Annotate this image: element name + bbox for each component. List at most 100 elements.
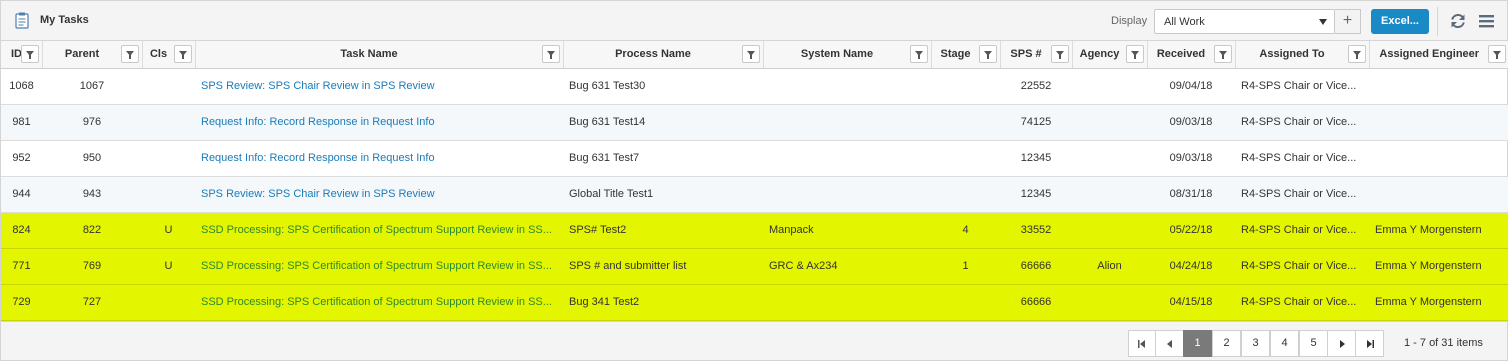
cell-assigned-to: R4-SPS Chair or Vice... [1235, 68, 1369, 105]
cell-task-name[interactable]: SPS Review: SPS Chair Review in SPS Revi… [195, 176, 563, 213]
cell-task-name[interactable]: SSD Processing: SPS Certification of Spe… [195, 248, 563, 285]
column-header-task-name[interactable]: Task Name [195, 41, 564, 69]
column-header-agency[interactable]: Agency [1072, 41, 1148, 69]
filter-icon[interactable] [173, 45, 192, 63]
cell-agency [1072, 104, 1147, 141]
column-header-sps[interactable]: SPS # [1000, 41, 1073, 69]
cell-task-name[interactable]: Request Info: Record Response in Request… [195, 104, 563, 141]
cell-system-name: Manpack [763, 212, 931, 249]
cell-assigned-to: R4-SPS Chair or Vice... [1235, 104, 1369, 141]
grid-header-row: ID Parent Cls Task Name Process Name Sys… [1, 41, 1508, 69]
filter-icon[interactable] [978, 45, 997, 63]
cell-assigned-engineer: Emma Y Morgenstern [1369, 284, 1508, 321]
cell-parent: 976 [42, 104, 142, 141]
column-header-process-name[interactable]: Process Name [563, 41, 764, 69]
cell-sps-number: 74125 [1000, 104, 1072, 141]
column-header-cls[interactable]: Cls [142, 41, 196, 69]
cell-stage [931, 104, 1000, 141]
column-header-label: Process Name [615, 48, 691, 60]
pager-first-button[interactable] [1128, 330, 1156, 357]
add-view-button[interactable]: + [1335, 9, 1361, 34]
cell-process-name: SPS # and submitter list [563, 248, 763, 285]
pager-page-5[interactable]: 5 [1299, 330, 1328, 357]
cell-assigned-to: R4-SPS Chair or Vice... [1235, 140, 1369, 177]
cell-process-name: Bug 341 Test2 [563, 284, 763, 321]
cell-agency [1072, 68, 1147, 105]
cell-agency: Alion [1072, 248, 1147, 285]
cell-parent: 727 [42, 284, 142, 321]
column-header-assigned-engineer[interactable]: Assigned Engineer [1369, 41, 1508, 69]
pager-page-1[interactable]: 1 [1183, 330, 1212, 357]
cell-cls [142, 284, 195, 321]
cell-assigned-to: R4-SPS Chair or Vice... [1235, 212, 1369, 249]
filter-icon[interactable] [1125, 45, 1144, 63]
table-row[interactable]: 952 950 Request Info: Record Response in R… [1, 140, 1508, 177]
refresh-icon[interactable] [1449, 12, 1467, 30]
table-row[interactable]: 771 769 U SSD Processing: SPS Certification… [1, 248, 1508, 285]
cell-cls: U [142, 248, 195, 285]
pager-page-4[interactable]: 4 [1270, 330, 1299, 357]
cell-cls [142, 176, 195, 213]
column-header-label: System Name [800, 48, 874, 60]
column-header-id[interactable]: ID [1, 41, 43, 69]
excel-export-button[interactable]: Excel... [1371, 9, 1429, 34]
cell-parent: 950 [42, 140, 142, 177]
cell-assigned-engineer: Emma Y Morgenstern [1369, 248, 1508, 285]
display-label: Display [1111, 15, 1148, 27]
column-header-label: Assigned Engineer [1379, 48, 1480, 60]
cell-parent: 943 [42, 176, 142, 213]
table-row[interactable]: 944 943 SPS Review: SPS Chair Review in SP… [1, 176, 1508, 213]
pager-page-2[interactable]: 2 [1212, 330, 1241, 357]
pager-next-button[interactable] [1327, 330, 1356, 357]
cell-task-name[interactable]: Request Info: Record Response in Request… [195, 140, 563, 177]
cell-task-name[interactable]: SSD Processing: SPS Certification of Spe… [195, 212, 563, 249]
filter-icon[interactable] [120, 45, 139, 63]
filter-icon[interactable] [1213, 45, 1232, 63]
table-row[interactable]: 981 976 Request Info: Record Response in R… [1, 104, 1508, 141]
panel-header: My Tasks Display All Work + Excel... [1, 1, 1507, 41]
column-header-label: Agency [1079, 48, 1120, 60]
prev-page-icon [1166, 340, 1172, 348]
cell-assigned-engineer [1369, 104, 1508, 141]
filter-icon[interactable] [909, 45, 928, 63]
cell-assigned-engineer [1369, 176, 1508, 213]
cell-process-name: Bug 631 Test14 [563, 104, 763, 141]
pager-page-3[interactable]: 3 [1241, 330, 1270, 357]
cell-process-name: Bug 631 Test7 [563, 140, 763, 177]
column-header-system-name[interactable]: System Name [763, 41, 932, 69]
filter-icon[interactable] [1050, 45, 1069, 63]
cell-cls: U [142, 212, 195, 249]
grid-body: 1068 1067 SPS Review: SPS Chair Review in … [1, 68, 1508, 321]
hamburger-menu-icon[interactable] [1479, 14, 1494, 28]
cell-task-name[interactable]: SSD Processing: SPS Certification of Spe… [195, 284, 563, 321]
cell-sps-number: 12345 [1000, 140, 1072, 177]
column-header-assigned-to[interactable]: Assigned To [1235, 41, 1370, 69]
cell-id: 981 [1, 104, 42, 141]
filter-icon[interactable] [1488, 45, 1506, 63]
cell-id: 824 [1, 212, 42, 249]
cell-agency [1072, 212, 1147, 249]
cell-cls [142, 104, 195, 141]
filter-icon[interactable] [20, 45, 39, 63]
cell-id: 952 [1, 140, 42, 177]
column-header-received[interactable]: Received [1147, 41, 1236, 69]
cell-received: 08/31/18 [1147, 176, 1235, 213]
filter-icon[interactable] [741, 45, 760, 63]
display-select[interactable]: All Work [1154, 9, 1335, 34]
table-row[interactable]: 729 727 SSD Processing: SPS Certification … [1, 284, 1508, 321]
table-row[interactable]: 824 822 U SSD Processing: SPS Certification… [1, 212, 1508, 249]
pager-last-button[interactable] [1355, 330, 1384, 357]
cell-parent: 822 [42, 212, 142, 249]
pager-prev-button[interactable] [1155, 330, 1184, 357]
cell-task-name[interactable]: SPS Review: SPS Chair Review in SPS Revi… [195, 68, 563, 105]
table-row[interactable]: 1068 1067 SPS Review: SPS Chair Review in … [1, 68, 1508, 105]
column-header-parent[interactable]: Parent [42, 41, 143, 69]
cell-received: 05/22/18 [1147, 212, 1235, 249]
filter-icon[interactable] [1347, 45, 1366, 63]
cell-stage: 4 [931, 212, 1000, 249]
cell-stage [931, 176, 1000, 213]
cell-id: 944 [1, 176, 42, 213]
next-page-icon [1339, 340, 1345, 348]
filter-icon[interactable] [541, 45, 560, 63]
column-header-stage[interactable]: Stage [931, 41, 1001, 69]
